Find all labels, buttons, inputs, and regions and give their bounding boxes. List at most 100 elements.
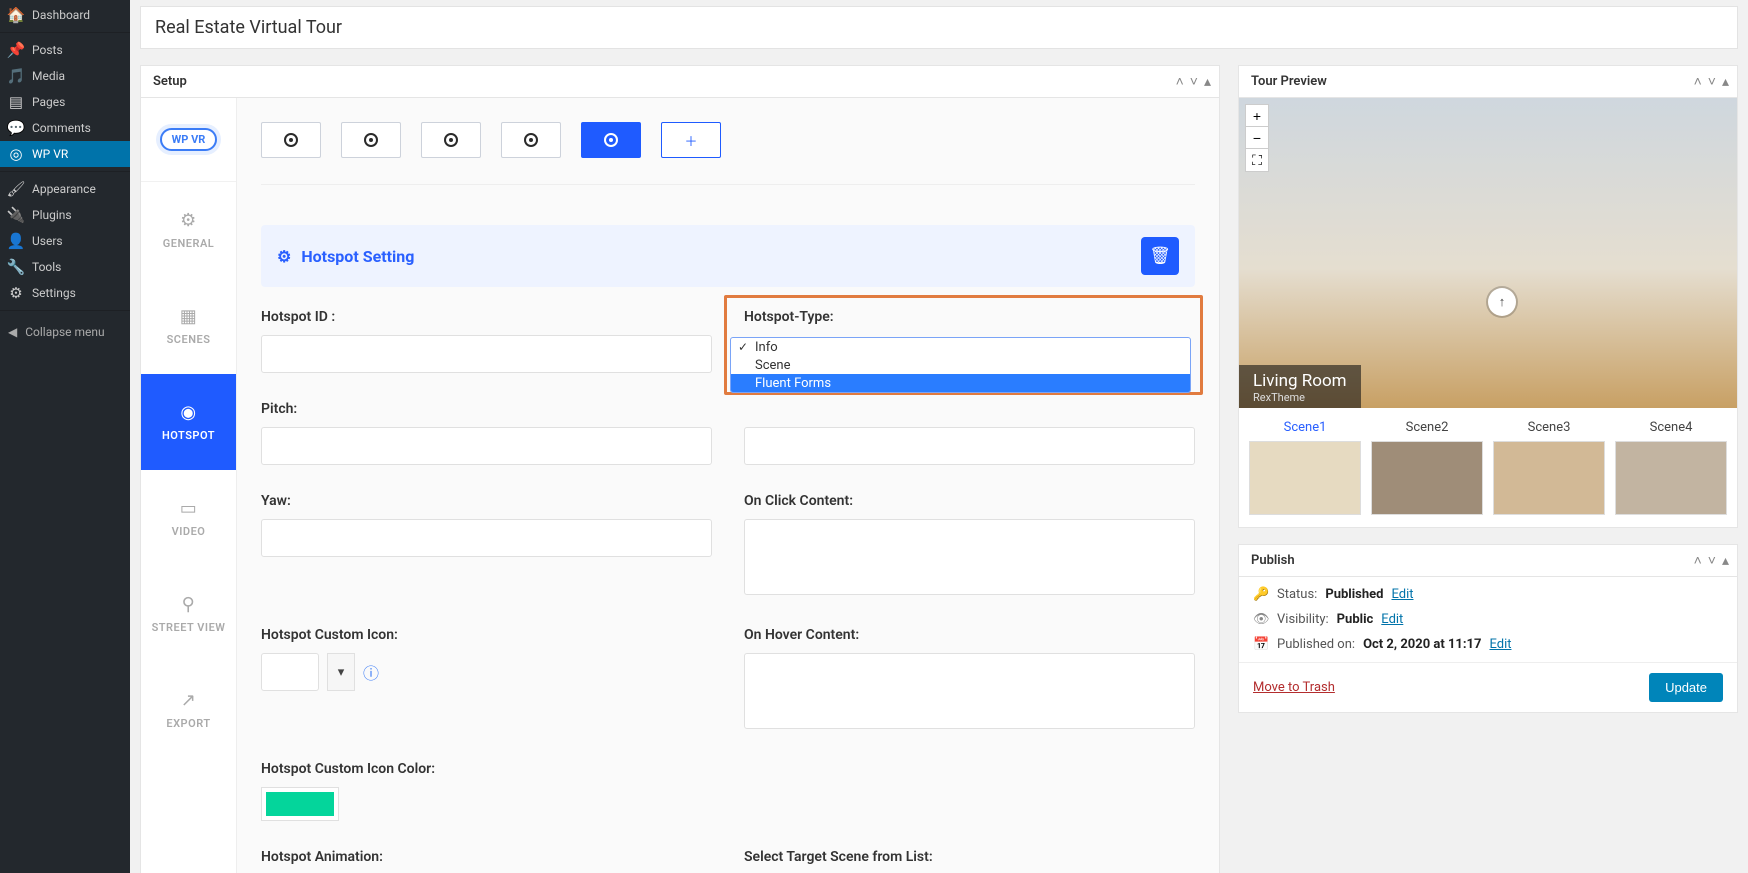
zoom-in-button[interactable]: + bbox=[1246, 105, 1268, 127]
edit-visibility-link[interactable]: Edit bbox=[1381, 612, 1403, 627]
export-icon: ↗ bbox=[181, 690, 197, 711]
hotspot-id-input[interactable] bbox=[261, 335, 712, 373]
menu-tools[interactable]: 🔧Tools bbox=[0, 254, 130, 280]
scene-thumb-1[interactable]: Scene1 bbox=[1249, 420, 1361, 515]
panel-move-up-icon[interactable]: ˄ bbox=[1176, 75, 1184, 89]
calendar-icon: 📅 bbox=[1253, 637, 1269, 652]
hotspot-type-option-fluent-forms[interactable]: Fluent Forms bbox=[731, 374, 1190, 392]
custom-icon-input[interactable] bbox=[261, 653, 319, 691]
panel-toggle-icon[interactable]: ▴ bbox=[1722, 75, 1729, 89]
on-hover-textarea[interactable] bbox=[744, 653, 1195, 729]
room-name: Living Room bbox=[1253, 371, 1347, 391]
menu-plugins[interactable]: 🔌Plugins bbox=[0, 202, 130, 228]
tab-scenes[interactable]: ▦SCENES bbox=[141, 278, 236, 374]
scene-thumb-4[interactable]: Scene4 bbox=[1615, 420, 1727, 515]
scenes-icon: ▦ bbox=[180, 306, 198, 327]
collapse-menu[interactable]: ◀Collapse menu bbox=[0, 319, 130, 345]
menu-appearance[interactable]: 🖌Appearance bbox=[0, 176, 130, 202]
menu-pages[interactable]: ▤Pages bbox=[0, 89, 130, 115]
panorama-canvas[interactable]: + − ⛶ ↑ Living Room RexTheme bbox=[1239, 98, 1737, 408]
menu-users[interactable]: 👤 Users bbox=[0, 228, 130, 254]
info-icon[interactable]: ⓘ bbox=[363, 660, 379, 684]
panel-toggle-icon[interactable]: ▴ bbox=[1204, 75, 1211, 89]
menu-dashboard[interactable]: 🏠 Dashboard bbox=[0, 2, 130, 28]
panel-move-down-icon[interactable]: ˅ bbox=[1708, 75, 1716, 89]
yaw-input[interactable] bbox=[261, 519, 712, 557]
key-icon: 🔑 bbox=[1253, 587, 1269, 602]
tab-hotspot[interactable]: ◉HOTSPOT bbox=[141, 374, 236, 470]
streetview-icon: ⚲ bbox=[182, 594, 196, 615]
tour-preview-panel: Tour Preview ˄ ˅ ▴ + − ⛶ ↑ bbox=[1238, 65, 1738, 528]
menu-media[interactable]: 🎵Media bbox=[0, 63, 130, 89]
menu-label: Settings bbox=[32, 286, 76, 300]
menu-label: Users bbox=[32, 234, 63, 248]
hotspot-select-2[interactable] bbox=[341, 122, 401, 158]
menu-label: Dashboard bbox=[32, 8, 90, 22]
menu-label: Posts bbox=[32, 43, 63, 57]
custom-icon-dropdown-toggle[interactable]: ▾ bbox=[327, 653, 355, 691]
scene-thumb-2[interactable]: Scene2 bbox=[1371, 420, 1483, 515]
panel-toggle-icon[interactable]: ▴ bbox=[1722, 554, 1729, 568]
setup-panel-title: Setup bbox=[141, 66, 199, 97]
users-icon: 👤 bbox=[8, 233, 24, 249]
arrow-up-icon: ↑ bbox=[1499, 294, 1506, 310]
update-button[interactable]: Update bbox=[1649, 673, 1723, 702]
page-title[interactable]: Real Estate Virtual Tour bbox=[140, 6, 1738, 49]
menu-posts[interactable]: 📌 Posts bbox=[0, 37, 130, 63]
url-input[interactable] bbox=[744, 427, 1195, 465]
hotspot-type-option-info[interactable]: Info bbox=[731, 338, 1190, 356]
tour-preview-title: Tour Preview bbox=[1239, 66, 1339, 97]
panel-move-up-icon[interactable]: ˄ bbox=[1694, 75, 1702, 89]
hotspot-select-4[interactable] bbox=[501, 122, 561, 158]
zoom-out-button[interactable]: − bbox=[1246, 127, 1268, 149]
hotspot-type-label: Hotspot-Type: bbox=[744, 309, 1195, 325]
tab-general[interactable]: ⚙GENERAL bbox=[141, 182, 236, 278]
published-label: Published on: bbox=[1277, 637, 1355, 652]
pitch-input[interactable] bbox=[261, 427, 712, 465]
hotspot-select-5[interactable] bbox=[581, 122, 641, 158]
yaw-label: Yaw: bbox=[261, 493, 712, 509]
move-to-trash-link[interactable]: Move to Trash bbox=[1253, 680, 1335, 695]
panel-move-down-icon[interactable]: ˅ bbox=[1190, 75, 1198, 89]
tab-streetview[interactable]: ⚲STREET VIEW bbox=[141, 566, 236, 662]
custom-icon-label: Hotspot Custom Icon: bbox=[261, 627, 712, 643]
edit-status-link[interactable]: Edit bbox=[1391, 587, 1413, 602]
hotspot-icon: ◉ bbox=[180, 402, 196, 423]
menu-comments[interactable]: 💬Comments bbox=[0, 115, 130, 141]
panorama-caption: Living Room RexTheme bbox=[1239, 365, 1361, 408]
media-icon: 🎵 bbox=[8, 68, 24, 84]
chevron-down-icon: ▾ bbox=[338, 665, 345, 680]
scene-hotspot-marker[interactable]: ↑ bbox=[1488, 288, 1516, 316]
on-click-textarea[interactable] bbox=[744, 519, 1195, 595]
tab-video[interactable]: ▭VIDEO bbox=[141, 470, 236, 566]
scene-thumbnails: Scene1 Scene2 Scene3 Scene4 bbox=[1239, 408, 1737, 527]
hotspot-add-button[interactable]: ＋ bbox=[661, 122, 721, 158]
author-name: RexTheme bbox=[1253, 391, 1347, 404]
pin-icon: 📌 bbox=[8, 42, 24, 58]
menu-label: Pages bbox=[32, 95, 65, 109]
hotspot-select-1[interactable] bbox=[261, 122, 321, 158]
trash-icon: 🗑 bbox=[1149, 246, 1171, 266]
tab-export[interactable]: ↗EXPORT bbox=[141, 662, 236, 758]
scene-thumb-3[interactable]: Scene3 bbox=[1493, 420, 1605, 515]
dashboard-icon: 🏠 bbox=[8, 7, 24, 23]
setup-vertical-tabs: WP VR ⚙GENERAL ▦SCENES ◉HOTSPOT ▭VIDEO ⚲… bbox=[141, 98, 237, 873]
hotspot-setting-title: Hotspot Setting bbox=[301, 247, 414, 266]
delete-hotspot-button[interactable]: 🗑 bbox=[1141, 237, 1179, 275]
appearance-icon: 🖌 bbox=[8, 181, 24, 197]
menu-settings[interactable]: ⚙Settings bbox=[0, 280, 130, 306]
edit-date-link[interactable]: Edit bbox=[1489, 637, 1511, 652]
hotspot-select-3[interactable] bbox=[421, 122, 481, 158]
hotspot-type-dropdown[interactable]: Info Scene Fluent Forms bbox=[730, 337, 1191, 393]
menu-wpvr[interactable]: ◎WP VR bbox=[0, 141, 130, 167]
fullscreen-button[interactable]: ⛶ bbox=[1246, 149, 1268, 171]
menu-label: Plugins bbox=[32, 208, 72, 222]
custom-icon-color-picker[interactable] bbox=[261, 787, 339, 821]
collapse-label: Collapse menu bbox=[25, 325, 104, 339]
hotspot-setting-header: ⚙Hotspot Setting 🗑 bbox=[261, 225, 1195, 287]
hotspot-type-option-scene[interactable]: Scene bbox=[731, 356, 1190, 374]
menu-label: Tools bbox=[32, 260, 61, 274]
panel-move-down-icon[interactable]: ˅ bbox=[1708, 554, 1716, 568]
video-icon: ▭ bbox=[180, 498, 198, 519]
panel-move-up-icon[interactable]: ˄ bbox=[1694, 554, 1702, 568]
